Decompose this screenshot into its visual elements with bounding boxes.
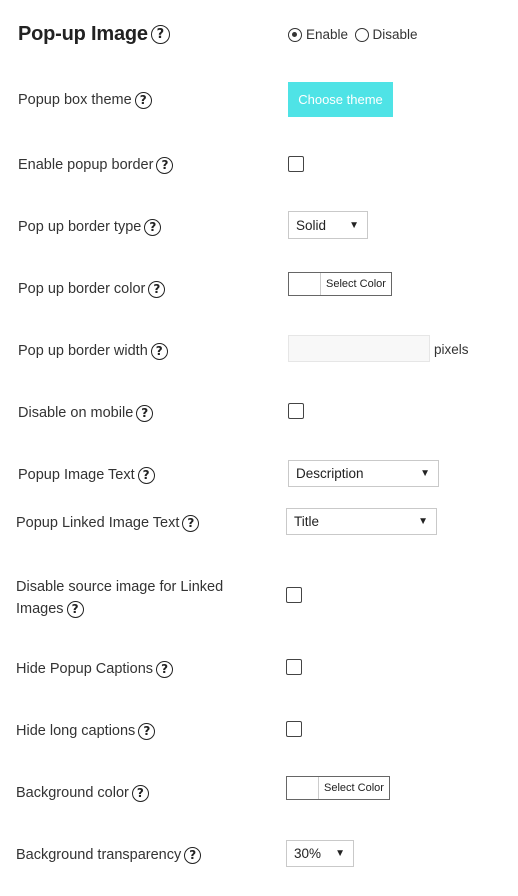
background-color-label: Background color? bbox=[16, 784, 149, 802]
popup-image-text-select[interactable]: Description ▼ bbox=[288, 460, 439, 487]
disable-mobile-checkbox[interactable] bbox=[288, 403, 304, 419]
help-icon[interactable]: ? bbox=[138, 722, 156, 740]
disable-source-image-label: Disable source image for Linked Images? bbox=[16, 579, 224, 618]
hide-popup-captions-label: Hide Popup Captions? bbox=[16, 660, 174, 678]
help-icon[interactable]: ? bbox=[136, 404, 154, 422]
enable-radio[interactable] bbox=[288, 27, 302, 42]
choose-theme-button[interactable]: Choose theme bbox=[288, 82, 393, 117]
section-title: Pop-up Image? bbox=[18, 23, 170, 46]
color-swatch[interactable] bbox=[289, 273, 321, 295]
border-color-label: Pop up border color? bbox=[18, 280, 166, 298]
disable-mobile-label: Disable on mobile? bbox=[18, 404, 154, 422]
pixels-unit-label: pixels bbox=[434, 342, 469, 357]
help-icon[interactable]: ? bbox=[66, 600, 84, 618]
help-icon[interactable]: ? bbox=[184, 846, 202, 864]
help-icon[interactable]: ? bbox=[150, 25, 170, 45]
disable-source-image-checkbox[interactable] bbox=[286, 587, 302, 603]
chevron-down-icon: ▼ bbox=[349, 219, 359, 231]
help-icon[interactable]: ? bbox=[156, 660, 174, 678]
select-color-button[interactable]: Select Color bbox=[321, 273, 386, 295]
chevron-down-icon: ▼ bbox=[420, 468, 430, 479]
enable-popup-border-checkbox[interactable] bbox=[288, 156, 304, 172]
help-icon[interactable]: ? bbox=[148, 280, 166, 298]
hide-long-captions-label: Hide long captions? bbox=[16, 722, 156, 740]
disable-radio-label[interactable]: Disable bbox=[373, 27, 418, 42]
hide-popup-captions-checkbox[interactable] bbox=[286, 659, 302, 675]
enable-disable-radio-group: Enable Disable bbox=[288, 26, 420, 44]
help-icon[interactable]: ? bbox=[137, 466, 155, 484]
disable-radio[interactable] bbox=[354, 27, 369, 42]
popup-linked-image-text-label: Popup Linked Image Text? bbox=[16, 514, 200, 532]
hide-long-captions-checkbox[interactable] bbox=[286, 721, 302, 737]
help-icon[interactable]: ? bbox=[131, 784, 149, 802]
border-width-label: Pop up border width? bbox=[18, 342, 168, 360]
select-color-button[interactable]: Select Color bbox=[319, 777, 384, 799]
popup-image-text-value: Description bbox=[296, 466, 364, 481]
help-icon[interactable]: ? bbox=[144, 218, 162, 236]
enable-radio-label[interactable]: Enable bbox=[306, 27, 348, 42]
color-swatch[interactable] bbox=[287, 777, 319, 799]
help-icon[interactable]: ? bbox=[150, 342, 168, 360]
background-transparency-select[interactable]: 30% ▼ bbox=[286, 840, 354, 867]
popup-linked-image-text-select[interactable]: Title ▼ bbox=[286, 508, 437, 535]
popup-linked-image-text-value: Title bbox=[294, 514, 320, 529]
border-width-input[interactable] bbox=[288, 335, 430, 362]
background-color-picker[interactable]: Select Color bbox=[286, 776, 390, 800]
chevron-down-icon: ▼ bbox=[418, 516, 428, 527]
border-type-select[interactable]: Solid ▼ bbox=[288, 211, 368, 239]
help-icon[interactable]: ? bbox=[182, 514, 200, 532]
chevron-down-icon: ▼ bbox=[335, 848, 345, 859]
border-color-picker[interactable]: Select Color bbox=[288, 272, 392, 296]
popup-box-theme-label: Popup box theme? bbox=[18, 91, 152, 109]
popup-image-text-label: Popup Image Text? bbox=[18, 466, 155, 484]
help-icon[interactable]: ? bbox=[134, 91, 152, 109]
border-type-value: Solid bbox=[296, 217, 327, 233]
background-transparency-label: Background transparency? bbox=[16, 846, 202, 864]
background-transparency-value: 30% bbox=[294, 846, 322, 861]
help-icon[interactable]: ? bbox=[156, 156, 174, 174]
enable-popup-border-label: Enable popup border? bbox=[18, 156, 174, 174]
border-type-label: Pop up border type? bbox=[18, 218, 162, 236]
